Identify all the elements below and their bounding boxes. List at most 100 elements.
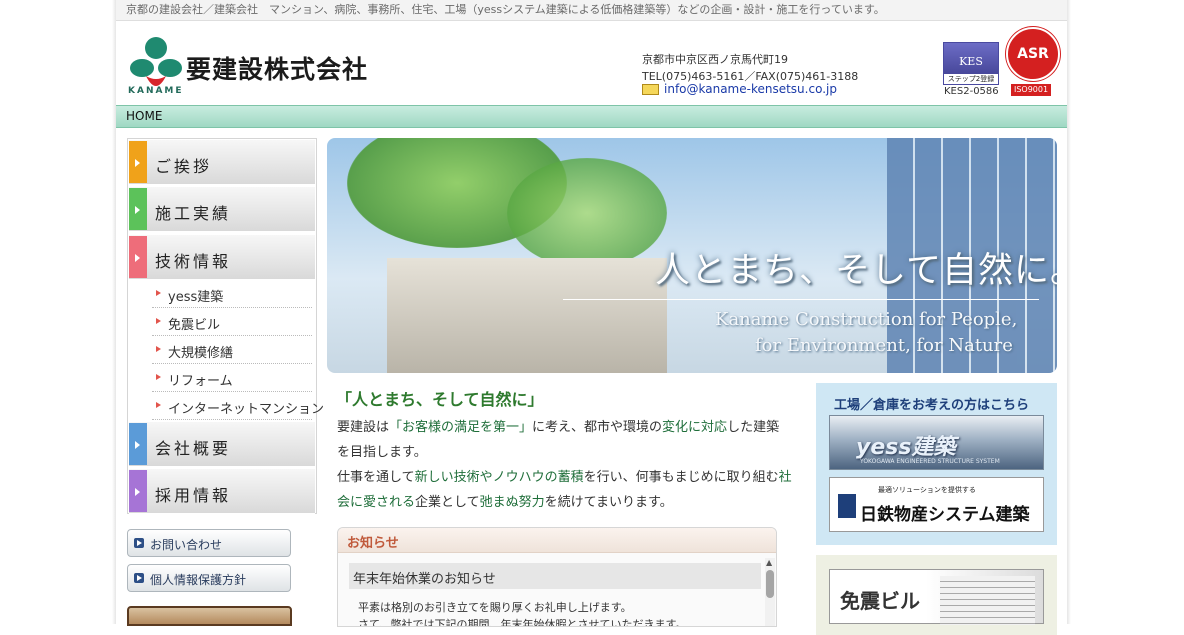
text: 要建設は — [337, 420, 390, 435]
highlight-text: 新しい技術やノウハウの蓄積 — [414, 470, 584, 485]
hero-english-line1: Kaname Construction for People, — [715, 309, 1018, 330]
sidebar-item-label: 技術情報 — [155, 252, 232, 271]
sub-item-reform[interactable]: リフォーム — [152, 365, 312, 392]
sub-item-label: 大規模修繕 — [168, 346, 234, 361]
news-title: お知らせ — [347, 536, 399, 551]
breadcrumb-bar: HOME — [116, 105, 1067, 128]
seismic-banner-label: 免震ビル — [840, 589, 920, 613]
sidebar-item-company[interactable]: 会社概要 — [129, 422, 315, 467]
page-shadow-right — [1067, 0, 1071, 624]
arrow-icon — [135, 441, 140, 449]
menu-accent-bar — [129, 470, 147, 512]
factory-promo-heading: 工場／倉庫をお考えの方はこちら — [834, 398, 1030, 413]
bullet-icon — [156, 318, 161, 324]
sub-item-internet-mansion[interactable]: インターネットマンション — [152, 393, 324, 420]
sidebar-menu: ご挨拶 施工実績 技術情報 yess建築 免震ビル 大規模修繕 リフォーム イン… — [127, 138, 324, 514]
intro-paragraph-line2: を目指します。 — [337, 445, 427, 460]
hero-divider — [563, 299, 1039, 300]
bullet-icon — [156, 374, 161, 380]
scroll-up-icon[interactable]: ▲ — [766, 558, 772, 567]
building-image — [387, 258, 667, 373]
sub-item-label: yess建築 — [168, 290, 224, 305]
highlight-text: 「お客様の満足を第一」 — [389, 420, 533, 435]
nittetsu-logo-icon — [838, 494, 856, 518]
foliage-image — [507, 158, 667, 268]
text: を行い、何事もまじめに取り組む — [583, 470, 779, 485]
sub-item-renovation[interactable]: 大規模修繕 — [152, 337, 312, 364]
bullet-icon — [156, 290, 161, 296]
text: した建築 — [727, 420, 780, 435]
sidebar-item-technology[interactable]: 技術情報 — [129, 235, 315, 280]
intro-heading: 「人とまち、そして自然に」 — [336, 390, 544, 409]
news-scrollbar[interactable]: ▲ — [765, 558, 775, 626]
text: 仕事を通して — [337, 470, 415, 485]
sub-item-yess[interactable]: yess建築 — [152, 281, 312, 308]
kes-badge-label: KES — [959, 55, 983, 68]
sub-item-seismic[interactable]: 免震ビル — [152, 309, 312, 336]
news-text: 平素は格別のお引き立てを賜り厚くお礼申し上げます。 — [358, 601, 632, 614]
bullet-icon — [156, 346, 161, 352]
arrow-icon — [134, 538, 144, 548]
logo-subtext: KANAME — [128, 86, 184, 96]
asr-certification-badge[interactable]: ASR — [1006, 27, 1060, 81]
company-name[interactable]: 要建設株式会社 — [186, 50, 368, 86]
nittetsu-name: 日鉄物産システム建築 — [860, 505, 1030, 525]
arrow-icon — [134, 573, 144, 583]
sidebar-item-label: ご挨拶 — [155, 157, 213, 176]
kes-step-label: ステップ2登録 — [944, 74, 998, 84]
news-item[interactable]: 年末年始休業のお知らせ — [349, 563, 761, 589]
yess-logo-text: yess建築 — [856, 435, 956, 460]
highlight-text: 変化に対応 — [662, 420, 728, 435]
intro-paragraph-line4: 会に愛される企業として弛まぬ努力を続けてまいります。 — [337, 491, 673, 510]
arrow-icon — [135, 159, 140, 167]
arrow-icon — [135, 488, 140, 496]
scrollbar-thumb[interactable] — [766, 570, 774, 598]
news-header: お知らせ — [338, 528, 776, 553]
menu-accent-bar — [129, 188, 147, 230]
nittetsu-banner[interactable]: 最適ソリューションを提供する 日鉄物産システム建築 — [829, 477, 1044, 532]
page-shadow-left — [112, 0, 116, 624]
privacy-policy-button[interactable]: 個人情報保護方針 — [127, 564, 291, 592]
contact-button[interactable]: お問い合わせ — [127, 529, 291, 557]
highlight-text: 会に愛される — [337, 495, 416, 510]
hero-english-line2: for Environment, for Nature — [755, 335, 1013, 356]
seismic-promo-panel: 免震ビル — [816, 555, 1057, 635]
sub-item-label: リフォーム — [168, 374, 233, 389]
kes-certification-badge[interactable]: KES ステップ2登録 — [943, 42, 999, 85]
sidebar-thumbnail-image[interactable] — [127, 606, 292, 626]
sidebar-item-recruit[interactable]: 採用情報 — [129, 469, 315, 514]
text: 企業として — [415, 495, 480, 510]
hero-catchcopy: 人とまち、そして自然に。 — [655, 251, 1057, 291]
breadcrumb-home[interactable]: HOME — [126, 109, 162, 123]
iso-label: ISO9001 — [1011, 84, 1051, 96]
news-item-title: 年末年始休業のお知らせ — [353, 572, 496, 587]
contact-label: お問い合わせ — [150, 538, 223, 552]
bullet-icon — [156, 402, 161, 408]
yess-subtext: YOKOGAWA ENGINEERED STRUCTURE SYSTEM — [860, 458, 1000, 465]
yess-banner[interactable]: yess建築 YOKOGAWA ENGINEERED STRUCTURE SYS… — [829, 415, 1044, 470]
arrow-icon — [135, 206, 140, 214]
factory-promo-panel: 工場／倉庫をお考えの方はこちら yess建築 YOKOGAWA ENGINEER… — [816, 383, 1057, 545]
intro-paragraph-line3: 仕事を通して新しい技術やノウハウの蓄積を行い、何事もまじめに取り組む社 — [337, 466, 792, 485]
sidebar-item-label: 会社概要 — [155, 439, 232, 458]
hero-banner: 人とまち、そして自然に。 Kaname Construction for Peo… — [327, 138, 1057, 373]
menu-accent-bar — [129, 141, 147, 183]
privacy-label: 個人情報保護方針 — [150, 573, 247, 587]
sidebar-item-works[interactable]: 施工実績 — [129, 187, 315, 232]
intro-paragraph-line1: 要建設は「お客様の満足を第一」に考え、都市や環境の変化に対応した建築 — [337, 416, 779, 435]
site-description-bar: 京都の建設会社／建築会社 マンション、病院、事務所、住宅、工場（yessシステム… — [116, 0, 1067, 21]
sub-item-label: 免震ビル — [168, 318, 221, 333]
seismic-building-banner[interactable]: 免震ビル — [829, 569, 1044, 625]
news-text: さて、弊社では下記の期間、年末年始休暇とさせていただきます。 — [358, 618, 687, 627]
sidebar-item-label: 採用情報 — [155, 486, 232, 505]
text: を続けてまいります。 — [544, 495, 673, 510]
sidebar-item-greeting[interactable]: ご挨拶 — [129, 140, 315, 185]
arrow-icon — [135, 254, 140, 262]
highlight-text: 弛まぬ努力 — [479, 495, 545, 510]
email-link[interactable]: info@kaname-kensetsu.co.jp — [664, 82, 837, 96]
address: 京都市中京区西ノ京馬代町19 — [642, 53, 788, 66]
sub-item-label: インターネットマンション — [168, 402, 325, 417]
kes-code: KES2-0586 — [944, 86, 999, 97]
text: に考え、都市や環境の — [532, 420, 663, 435]
site-description: 京都の建設会社／建築会社 マンション、病院、事務所、住宅、工場（yessシステム… — [126, 3, 885, 16]
